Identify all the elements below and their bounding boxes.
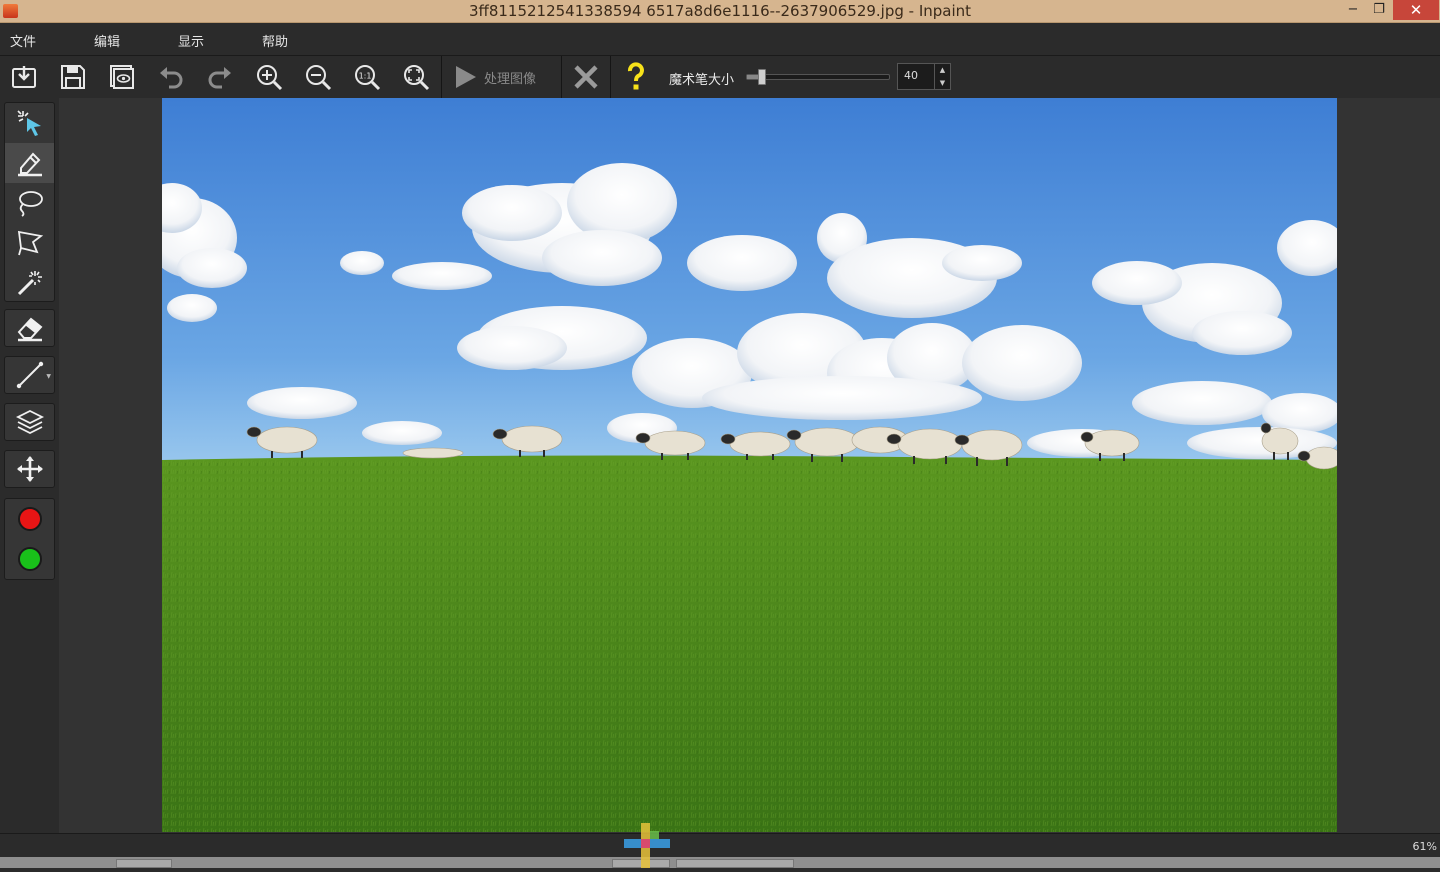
help-icon xyxy=(628,62,644,90)
save-icon xyxy=(61,65,85,89)
brush-size-spinbox[interactable]: 40 ▲ ▼ xyxy=(897,63,951,90)
actual-size-icon: 1:1 xyxy=(355,65,381,91)
menu-file[interactable]: 文件 xyxy=(10,31,36,50)
restore-button[interactable]: ❐ xyxy=(1366,0,1392,20)
toolbar-separator xyxy=(561,56,562,98)
open-image-button[interactable] xyxy=(8,61,40,93)
svg-text:1:1: 1:1 xyxy=(359,72,372,81)
menu-edit[interactable]: 编辑 xyxy=(94,31,120,50)
zoom-in-button[interactable] xyxy=(253,61,285,93)
brush-size-slider-fill xyxy=(747,75,759,79)
red-circle-icon xyxy=(17,507,42,531)
polygonal-lasso-icon xyxy=(17,230,43,256)
brush-size-label: 魔术笔大小 xyxy=(669,73,735,88)
brush-size-slider[interactable] xyxy=(746,69,890,85)
window-title: 3ff8115212541338594 6517a8d6e1116--26379… xyxy=(468,2,972,20)
watermark xyxy=(624,823,824,868)
zoom-in-icon xyxy=(257,65,283,91)
fit-to-window-button[interactable] xyxy=(400,61,432,93)
brush-size-slider-thumb[interactable] xyxy=(758,69,767,85)
title-bar: 3ff8115212541338594 6517a8d6e1116--26379… xyxy=(0,0,1440,23)
smart-selection-tool[interactable] xyxy=(5,103,54,143)
undo-button[interactable] xyxy=(155,61,187,93)
green-circle-icon xyxy=(17,547,42,571)
menu-view[interactable]: 显示 xyxy=(178,31,204,50)
marker-tool[interactable] xyxy=(5,143,54,183)
line-tool-dropdown-icon[interactable]: ▼ xyxy=(46,373,51,380)
line-icon xyxy=(16,361,43,389)
eraser-icon xyxy=(17,317,42,342)
zoom-out-button[interactable] xyxy=(302,61,334,93)
layers-tool[interactable] xyxy=(4,403,55,441)
guide-line-tool[interactable]: ▼ xyxy=(4,356,55,394)
undo-icon xyxy=(160,67,183,89)
red-marker-color[interactable] xyxy=(5,499,54,539)
magic-cursor-icon xyxy=(16,110,41,136)
zoom-level: 61% xyxy=(1412,840,1437,853)
actual-size-button[interactable]: 1:1 xyxy=(351,61,383,93)
brush-size-value[interactable]: 40 xyxy=(904,69,918,82)
tool-palette: ▼ xyxy=(0,98,59,833)
eraser-tool[interactable] xyxy=(4,309,55,347)
spin-up-arrow-icon[interactable]: ▲ xyxy=(935,64,950,77)
cancel-button[interactable] xyxy=(570,61,602,93)
watermark-logo xyxy=(624,823,670,868)
sheep-field-photo[interactable] xyxy=(162,98,1337,832)
zoom-out-icon xyxy=(306,65,332,91)
move-icon xyxy=(16,456,43,482)
toolbar-separator xyxy=(610,56,611,98)
layers-icon xyxy=(15,409,44,435)
fit-to-window-icon xyxy=(404,65,430,91)
save-button[interactable] xyxy=(57,61,89,93)
process-image-label: 处理图像 xyxy=(484,71,537,87)
help-button[interactable] xyxy=(620,61,652,93)
open-image-icon xyxy=(12,66,36,88)
preview-icon xyxy=(110,65,134,89)
cancel-icon xyxy=(574,65,598,89)
close-button[interactable]: ✕ xyxy=(1393,0,1439,20)
green-donor-color[interactable] xyxy=(5,539,54,579)
toolbar: 1:1 处理图像 魔术笔大小 xyxy=(0,56,1440,98)
preview-button[interactable] xyxy=(106,61,138,93)
canvas-area[interactable] xyxy=(59,98,1440,833)
menu-help[interactable]: 帮助 xyxy=(262,31,288,50)
move-tool[interactable] xyxy=(4,450,55,488)
process-image-button[interactable]: 处理图像 xyxy=(452,61,552,93)
marker-icon xyxy=(17,152,42,177)
magic-wand-tool[interactable] xyxy=(5,263,54,303)
photo-canvas[interactable] xyxy=(162,98,1337,832)
play-icon xyxy=(456,66,476,88)
color-tool-group xyxy=(4,498,55,580)
menu-bar: 文件 编辑 显示 帮助 xyxy=(0,23,1440,56)
redo-icon xyxy=(208,67,231,89)
spin-down-arrow-icon[interactable]: ▼ xyxy=(935,77,950,90)
lasso-icon xyxy=(18,191,43,217)
selection-tool-group xyxy=(4,102,55,302)
toolbar-separator xyxy=(441,56,442,98)
taskbar-button[interactable] xyxy=(116,859,172,868)
minimize-button[interactable]: − xyxy=(1340,0,1366,20)
lasso-tool[interactable] xyxy=(5,183,54,223)
spin-arrows: ▲ ▼ xyxy=(934,64,950,89)
redo-button[interactable] xyxy=(204,61,236,93)
polygonal-lasso-tool[interactable] xyxy=(5,223,54,263)
magic-wand-icon xyxy=(17,271,42,296)
